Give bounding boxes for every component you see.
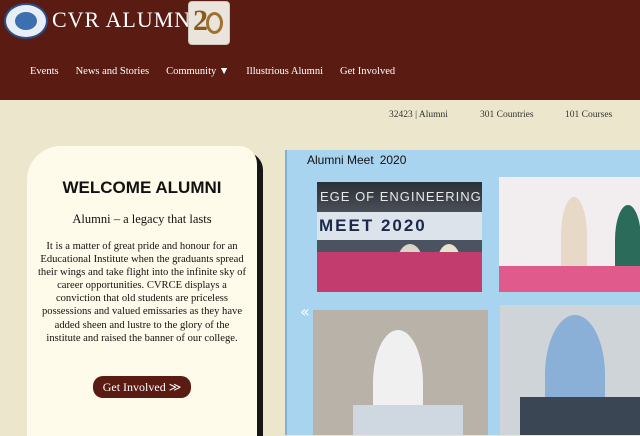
gallery-prev-arrow-icon[interactable]: « [300, 302, 310, 321]
gallery-photo-felicitation[interactable] [499, 177, 640, 292]
photo-pink-table [499, 266, 640, 292]
welcome-body: It is a matter of great pride and honour… [37, 241, 246, 344]
gallery-photo-speaker[interactable] [313, 310, 488, 435]
college-seal-logo[interactable] [4, 3, 48, 39]
gallery-year: 2020 [379, 153, 407, 167]
nav-illustrious-alumni[interactable]: Illustrious Alumni [246, 66, 323, 77]
welcome-card: WELCOME ALUMNI Alumni – a legacy that la… [27, 146, 257, 436]
welcome-title: WELCOME ALUMNI [62, 178, 222, 197]
site-header: CVR ALUMNI 2 Events News and Stories Com… [0, 0, 640, 100]
stat-countries: 301 Countries [480, 110, 534, 120]
main-nav: Events News and Stories Community ▼ Illu… [30, 66, 412, 77]
stat-alumni: 32423 | Alumni [389, 110, 448, 120]
badge-ring-icon [206, 12, 223, 34]
nav-news-and-stories[interactable]: News and Stories [76, 66, 150, 77]
welcome-subtitle: Alumni – a legacy that lasts [72, 212, 212, 226]
gallery-photo-lecture[interactable] [500, 305, 640, 435]
alumni-meet-gallery: Alumni Meet 2020 « EGE OF ENGINEERING MEE… [285, 150, 640, 435]
photo-stage-table [317, 252, 482, 292]
stats-bar: 32423 | Alumni 301 Countries 101 Courses [0, 110, 640, 124]
photo-figure [615, 205, 640, 275]
nav-get-involved[interactable]: Get Involved [340, 66, 395, 77]
photo-podium [520, 397, 640, 435]
photo-banner-line1: EGE OF ENGINEERING [317, 182, 482, 212]
gallery-photo-stage-banner[interactable]: EGE OF ENGINEERING MEET 2020 [317, 182, 482, 292]
photo-banner-line2: MEET 2020 [317, 212, 482, 240]
get-involved-button[interactable]: Get Involved ≫ [93, 376, 191, 398]
photo-podium [353, 405, 463, 435]
photo-figure [561, 197, 587, 275]
nav-events[interactable]: Events [30, 66, 59, 77]
gallery-title: Alumni Meet 2020 [307, 153, 406, 167]
anniversary-badge-logo: 2 [188, 1, 230, 45]
site-brand[interactable]: CVR ALUMNI [52, 7, 200, 33]
nav-community[interactable]: Community ▼ [166, 66, 229, 77]
stat-courses: 101 Courses [565, 110, 613, 120]
gallery-title-text: Alumni Meet [307, 153, 374, 167]
